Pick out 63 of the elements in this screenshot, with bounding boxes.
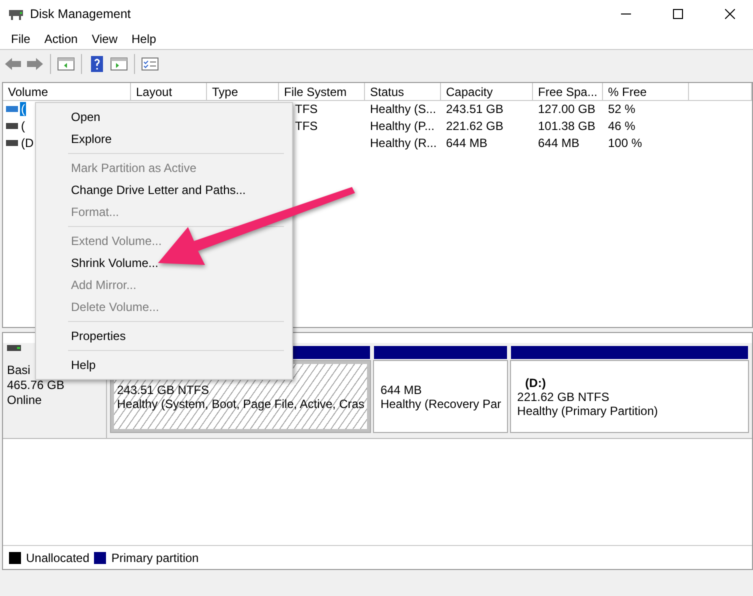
menu-item[interactable]: Shrink Volume...	[38, 252, 290, 274]
menu-item[interactable]: Open	[38, 106, 290, 128]
disk-info: 465.76 GB	[7, 378, 64, 393]
checklist-icon[interactable]	[141, 56, 159, 72]
table-cell: Healthy (P...	[370, 118, 434, 132]
partition-info: Healthy (Primary Partition)	[517, 404, 659, 418]
partition-info: 243.51 GB NTFS	[117, 382, 210, 396]
maximize-icon	[673, 9, 683, 19]
column-header[interactable]: Capacity	[441, 83, 533, 101]
panel-icon[interactable]	[57, 56, 75, 72]
table-cell: 644 MB	[538, 136, 580, 150]
menu-item[interactable]: Explore	[38, 128, 290, 150]
column-header	[689, 83, 752, 101]
legend-label: Unallocated	[26, 550, 90, 564]
table-cell: 243.51 GB	[446, 102, 504, 116]
panel-icon[interactable]	[110, 56, 128, 72]
menu-item[interactable]: File	[4, 32, 38, 46]
table-cell: 127.00 GB	[538, 102, 596, 116]
table-cell: 52 %	[608, 102, 636, 116]
help-icon[interactable]	[88, 56, 106, 72]
menu-item[interactable]: View	[84, 32, 124, 46]
drive-icon	[6, 122, 18, 128]
column-header[interactable]: Volume	[3, 83, 131, 101]
column-header[interactable]: Layout	[131, 83, 207, 101]
table-cell: 100 %	[608, 136, 642, 150]
table-cell: 644 MB	[446, 136, 488, 150]
disk-info: Online	[7, 393, 42, 408]
partition-block[interactable]: (D:) 221.62 GB NTFS Healthy (Primary Partition)	[511, 361, 748, 432]
volume-name[interactable]: (	[20, 118, 26, 132]
disk-info: Basi	[7, 363, 30, 378]
partition-name: (D:)	[524, 376, 547, 390]
volume-name[interactable]: (	[20, 102, 26, 116]
column-header[interactable]: Status	[365, 83, 441, 101]
partition-info: Healthy (System, Boot, Page File, Active, Cras	[117, 396, 364, 410]
column-header[interactable]: Type	[207, 83, 279, 101]
table-cell: 221.62 GB	[446, 118, 504, 132]
forward-arrow-icon[interactable]	[26, 56, 44, 72]
drive-icon	[6, 106, 18, 112]
partition-block[interactable]: 644 MB Healthy (Recovery Par	[374, 361, 508, 432]
partition-info: Healthy (Recovery Par	[380, 396, 502, 410]
legend-label: Primary partition	[111, 550, 199, 564]
table-cell: TFS	[295, 118, 318, 132]
column-header[interactable]: File System	[279, 83, 365, 101]
column-header[interactable]: % Free	[603, 83, 689, 101]
menu-item[interactable]: Help	[124, 32, 164, 46]
partition-info: 221.62 GB NTFS	[517, 390, 610, 404]
column-header[interactable]: Free Spa...	[533, 83, 603, 101]
table-cell: TFS	[295, 102, 318, 116]
disk-icon	[8, 7, 24, 21]
volume-name[interactable]: (D	[20, 136, 35, 150]
menu-item[interactable]: Action	[37, 32, 85, 46]
drive-icon	[7, 345, 21, 351]
table-cell: 46 %	[608, 118, 636, 132]
menu-item[interactable]: Change Drive Letter and Paths...	[38, 179, 290, 201]
table-cell: Healthy (S...	[370, 102, 436, 116]
close-icon	[725, 9, 735, 19]
table-cell: Healthy (R...	[370, 136, 437, 150]
menu-item[interactable]: Properties	[38, 325, 290, 347]
partition-info: 644 MB	[380, 382, 423, 396]
drive-icon	[6, 140, 18, 146]
back-arrow-icon[interactable]	[4, 56, 22, 72]
window-title: Disk Management	[30, 7, 132, 21]
table-cell: 101.38 GB	[538, 118, 596, 132]
